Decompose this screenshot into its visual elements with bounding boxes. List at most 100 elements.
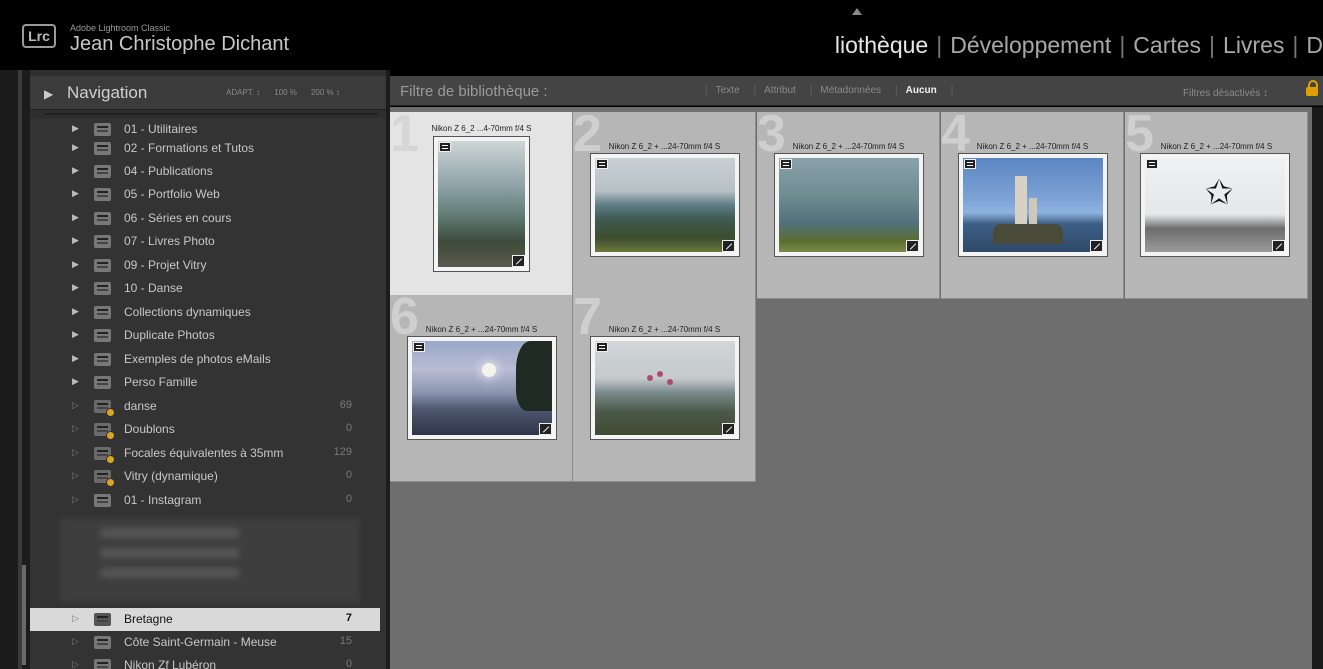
collection-set-icon [94, 329, 111, 342]
thumbnail-frame[interactable] [590, 336, 740, 440]
lock-icon[interactable] [1306, 80, 1318, 96]
grid-cell[interactable]: 3 Nikon Z 6_2 + ...24-70mm f/4 S [757, 112, 940, 299]
thumbnail-image [412, 341, 552, 435]
list-item[interactable]: ▷ Côte Saint-Germain - Meuse 15 [30, 631, 380, 654]
collection-badge-icon [780, 159, 792, 169]
list-item[interactable]: ▶ Collections dynamiques [30, 301, 380, 324]
thumbnail-frame[interactable] [774, 153, 924, 257]
edited-badge-icon [512, 255, 525, 267]
collapse-top-panel-icon[interactable] [852, 8, 862, 15]
list-item[interactable]: ▷ Vitry (dynamique) 0 [30, 465, 380, 488]
module-more[interactable]: D [1306, 32, 1323, 58]
thumbnail-frame[interactable] [433, 136, 530, 272]
list-item[interactable]: ▷ Doublons 0 [30, 418, 380, 441]
tree-shape [516, 341, 552, 411]
collection-set-icon [94, 376, 111, 389]
zoom-200[interactable]: 200 % ↕ [311, 88, 340, 97]
filter-none[interactable]: Aucun [906, 85, 937, 96]
module-book[interactable]: Livres [1223, 32, 1284, 58]
grid-cell[interactable]: 6 Nikon Z 6_2 + ...24-70mm f/4 S [390, 295, 573, 482]
filter-presets[interactable]: Filtres désactivés ↕ [1183, 88, 1268, 99]
list-item[interactable]: ▶ 05 - Portfolio Web [30, 183, 380, 206]
expand-triangle-icon[interactable]: ▶ [72, 259, 79, 270]
list-item[interactable]: ▷ Focales équivalentes à 35mm 129 [30, 442, 380, 465]
flower-shape [667, 379, 673, 385]
grid-cell[interactable]: 7 Nikon Z 6_2 + ...24-70mm f/4 S [573, 295, 756, 482]
filter-metadata[interactable]: Métadonnées [820, 85, 881, 96]
collection-icon [94, 494, 111, 507]
collection-set-icon [94, 259, 111, 272]
module-library[interactable]: liothèque [835, 32, 928, 58]
filter-options: | Texte | Attribut | Métadonnées | Aucun | [705, 85, 954, 96]
zoom-100[interactable]: 100 % [274, 88, 297, 97]
expand-triangle-icon[interactable]: ▶ [72, 306, 79, 317]
collection-icon [94, 613, 111, 626]
list-item[interactable]: ▶ 06 - Séries en cours [30, 207, 380, 230]
thumbnail-image [595, 341, 735, 435]
expand-triangle-icon[interactable]: ▶ [72, 165, 79, 176]
right-panel-edge[interactable] [1312, 107, 1323, 669]
expand-triangle-icon[interactable]: ▶ [44, 87, 53, 101]
rocks-shape [993, 224, 1063, 244]
thumbnail-image: ✩ [1145, 158, 1285, 252]
list-item[interactable]: ▶ Duplicate Photos [30, 324, 380, 347]
grid-cell[interactable]: 4 Nikon Z 6_2 + ...24-70mm f/4 S [941, 112, 1124, 299]
grid-cell[interactable]: 1 Nikon Z 6_2 ...4-70mm f/4 S [390, 112, 573, 299]
expand-triangle-icon[interactable]: ▶ [72, 212, 79, 223]
expand-triangle-icon[interactable]: ▶ [72, 142, 79, 153]
collection-badge-icon [1146, 159, 1158, 169]
expand-triangle-icon[interactable]: ▶ [72, 376, 79, 387]
filter-text[interactable]: Texte [716, 85, 740, 96]
filter-attribute[interactable]: Attribut [764, 85, 796, 96]
left-scrollbar[interactable] [22, 565, 26, 665]
collection-set-icon [94, 142, 111, 155]
lrc-logo: Lrc [22, 24, 56, 48]
thumbnail-frame[interactable] [407, 336, 557, 440]
list-item-selected[interactable]: ▷ Bretagne 7 [30, 608, 380, 631]
collection-badge-icon [596, 342, 608, 352]
list-item[interactable]: ▶ 10 - Danse [30, 277, 380, 300]
list-item[interactable]: ▶ 09 - Projet Vitry [30, 254, 380, 277]
expand-triangle-icon[interactable]: ▶ [72, 353, 79, 364]
collection-badge-icon [596, 159, 608, 169]
thumbnail-frame[interactable] [590, 153, 740, 257]
module-picker: liothèque | Développement | Cartes | Livres | D [834, 32, 1323, 58]
list-item[interactable]: ▷ Nikon Zf Lubéron 0 [30, 654, 380, 669]
list-item[interactable]: ▶ 04 - Publications [30, 160, 380, 183]
expand-triangle-icon: ▷ [72, 423, 79, 433]
edited-badge-icon [1272, 240, 1285, 252]
edited-badge-icon [1090, 240, 1103, 252]
flower-shape [657, 371, 663, 377]
module-develop[interactable]: Développement [950, 32, 1111, 58]
zoom-fit[interactable]: ADAPT. ↕ [226, 88, 260, 97]
expand-triangle-icon[interactable]: ▶ [72, 235, 79, 246]
grid-cell[interactable]: 2 Nikon Z 6_2 + ...24-70mm f/4 S [573, 112, 756, 299]
collection-set-icon [94, 212, 111, 225]
gear-icon [106, 455, 115, 464]
list-item[interactable]: ▷ danse 69 [30, 395, 380, 418]
expand-triangle-icon[interactable]: ▶ [72, 123, 79, 134]
collection-icon [94, 636, 111, 649]
module-map[interactable]: Cartes [1133, 32, 1201, 58]
gear-icon [106, 408, 115, 417]
expand-triangle-icon[interactable]: ▶ [72, 282, 79, 293]
gear-icon [106, 478, 115, 487]
expand-triangle-icon: ▷ [72, 636, 79, 646]
list-item[interactable]: ▷ 01 - Instagram 0 [30, 489, 380, 512]
grid-cell[interactable]: 5 Nikon Z 6_2 + ...24-70mm f/4 S ✩ [1125, 112, 1308, 299]
blurred-collections [60, 518, 360, 602]
moon-shape [482, 363, 496, 377]
list-item[interactable]: ▶ Exemples de photos eMails [30, 348, 380, 371]
list-item[interactable]: ▶ 02 - Formations et Tutos [30, 137, 380, 160]
collection-set-icon [94, 306, 111, 319]
thumbnail-frame[interactable] [958, 153, 1108, 257]
expand-triangle-icon: ▷ [72, 400, 79, 410]
list-item[interactable]: ▶ 07 - Livres Photo [30, 230, 380, 253]
expand-triangle-icon: ▷ [72, 494, 79, 504]
expand-triangle-icon[interactable]: ▶ [72, 188, 79, 199]
collection-set-icon [94, 282, 111, 295]
expand-triangle-icon[interactable]: ▶ [72, 329, 79, 340]
thumbnail-frame[interactable]: ✩ [1140, 153, 1290, 257]
list-item[interactable]: ▶ Perso Famille [30, 371, 380, 394]
app-name: Adobe Lightroom Classic [70, 23, 171, 33]
